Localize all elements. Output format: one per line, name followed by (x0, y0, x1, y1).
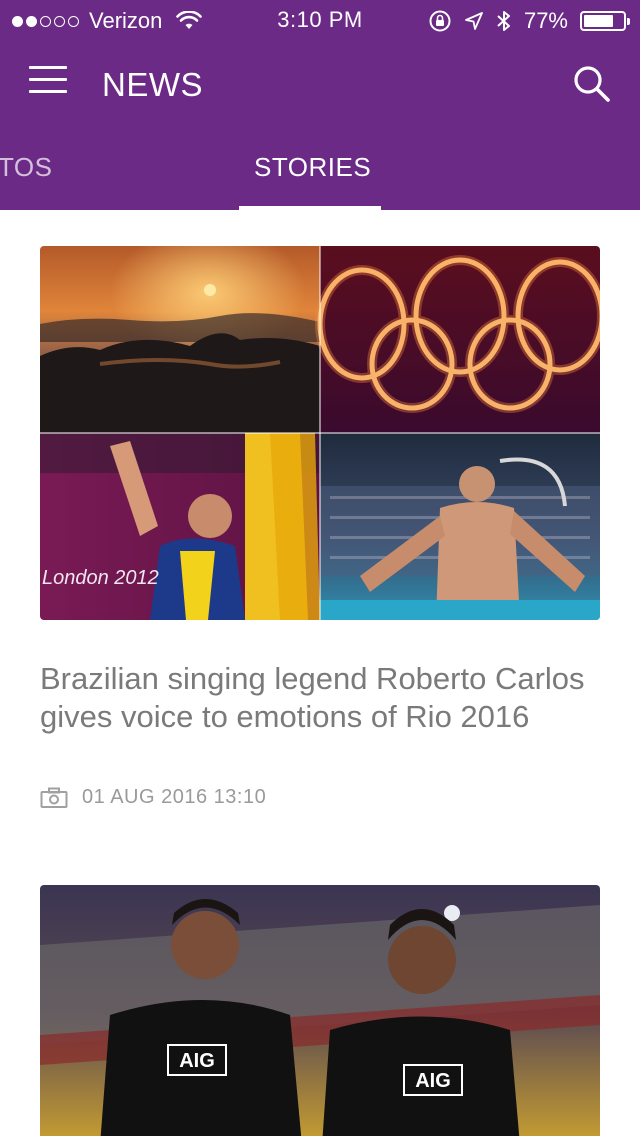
story-image-collage[interactable]: London 2012 (40, 246, 600, 620)
battery-icon (580, 11, 630, 31)
story-meta: 01 AUG 2016 13:10 (40, 786, 266, 809)
story-date: 01 AUG 2016 13:10 (82, 786, 267, 808)
gymnast-photo: London 2012 (40, 433, 320, 620)
page-title: NEWS (102, 66, 203, 103)
menu-icon[interactable] (26, 66, 70, 106)
search-icon[interactable] (570, 62, 614, 106)
stories-feed[interactable]: London 2012 Brazilian singing legend Rob… (0, 210, 640, 1136)
jersey-sponsor-text-left: AIG (179, 1050, 215, 1072)
tab-photos-label: TOS (0, 152, 53, 182)
tab-stories[interactable]: STORIES (254, 152, 371, 183)
tab-photos[interactable]: TOS (0, 152, 52, 183)
rugby-players-photo: AIG AIG (40, 885, 600, 1136)
olympic-rings-photo (315, 246, 600, 433)
tab-stories-label: STORIES (254, 152, 372, 182)
swimmer-photo (320, 433, 600, 620)
location-icon (465, 12, 483, 30)
rio-sunset-photo (40, 246, 320, 433)
story-card[interactable]: London 2012 Brazilian singing legend Rob… (0, 210, 640, 850)
camera-icon (40, 787, 68, 808)
story-card[interactable]: AIG AIG (0, 850, 640, 1136)
bluetooth-icon (497, 11, 510, 31)
app-header: Verizon 3:10 PM 77% NEWS TOS STORIES (0, 0, 640, 210)
jersey-sponsor-text-right: AIG (415, 1070, 451, 1092)
app-bar: NEWS (0, 40, 640, 130)
story-title[interactable]: Brazilian singing legend Roberto Carlos … (40, 660, 600, 736)
battery-percent: 77% (523, 8, 568, 33)
orientation-lock-icon (429, 10, 451, 32)
story-image[interactable]: AIG AIG (40, 885, 600, 1136)
tab-bar: TOS STORIES (0, 130, 640, 210)
london-2012-text: London 2012 (42, 567, 159, 589)
status-bar: Verizon 3:10 PM 77% (0, 0, 640, 40)
